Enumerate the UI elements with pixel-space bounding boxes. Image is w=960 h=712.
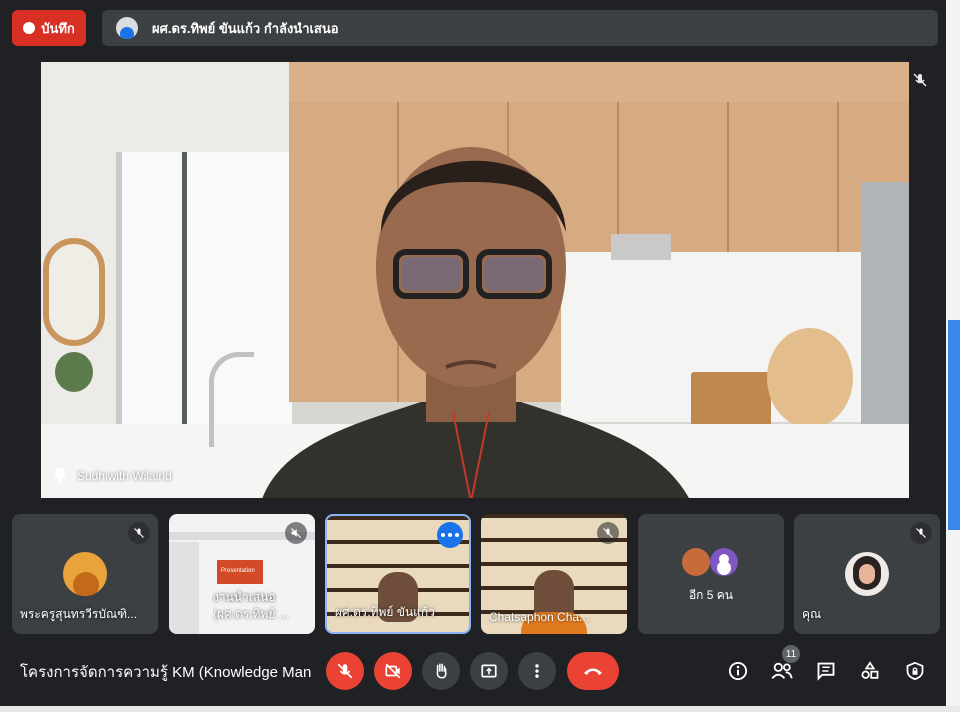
avatar	[845, 552, 889, 596]
participant-name: (ผศ.ดร.ทิพย์ ...	[213, 607, 289, 621]
participant-tile[interactable]: พระครูสุนทรวีรบัณฑิ...	[12, 514, 158, 634]
participant-tile-active[interactable]: ผศ.ดร.ทิพย์ ขันแก้ว	[325, 514, 471, 634]
mic-off-icon	[597, 522, 619, 544]
avatar	[682, 548, 710, 576]
chat-icon	[817, 662, 835, 681]
mic-off-icon	[337, 663, 353, 679]
screen-share-tile[interactable]: Presentation งานนำเสนอ (ผศ.ดร.ทิพย์ ...	[169, 514, 315, 634]
present-icon	[481, 664, 497, 678]
avatar	[63, 552, 107, 596]
recording-label: บันทึก	[41, 20, 75, 36]
main-video-feed[interactable]: Sudhiwith Wilairid	[41, 62, 909, 498]
activities-icon	[861, 661, 879, 679]
presenting-banner: ผศ.ดร.ทิพย์ ขันแก้ว กำลังนำเสนอ	[102, 10, 938, 46]
slide-title: Presentation	[221, 568, 255, 574]
presenter-avatar	[116, 17, 138, 39]
participant-count-badge: 11	[782, 645, 800, 663]
background-window-edge	[946, 0, 960, 712]
camera-off-icon	[385, 663, 401, 679]
more-options-button[interactable]	[518, 652, 556, 690]
self-tile[interactable]: คุณ	[794, 514, 940, 634]
recording-indicator[interactable]: บันทึก	[12, 10, 86, 46]
sound-off-icon	[285, 522, 307, 544]
camera-toggle-button[interactable]	[374, 652, 412, 690]
participant-tile[interactable]: Chatsaphon Cha...	[481, 514, 627, 634]
end-call-button[interactable]	[567, 652, 619, 690]
mic-off-icon	[913, 73, 927, 87]
main-video-name-tag: Sudhiwith Wilairid	[55, 468, 172, 484]
background-mirror	[43, 238, 105, 346]
more-options-button[interactable]	[437, 522, 463, 548]
person-icon	[710, 548, 738, 576]
participant-video-person	[262, 147, 689, 498]
people-button[interactable]	[771, 660, 793, 682]
more-vert-icon	[535, 664, 539, 678]
participant-name: พระครูสุนทรวีรบัณฑิ...	[20, 607, 138, 621]
pin-icon[interactable]	[55, 468, 65, 484]
participant-name: Chatsaphon Cha...	[489, 610, 590, 624]
more-participants-tile[interactable]: อีก 5 คน	[638, 514, 784, 634]
present-screen-button[interactable]	[470, 652, 508, 690]
hand-icon	[436, 663, 447, 679]
people-icon	[771, 662, 793, 679]
host-controls-button[interactable]	[904, 660, 926, 682]
screen-bottom-edge	[0, 706, 960, 712]
chat-button[interactable]	[815, 660, 837, 682]
microphone-toggle-button[interactable]	[326, 652, 364, 690]
mic-off-icon	[128, 522, 150, 544]
phone-hangup-icon	[584, 668, 602, 675]
info-icon	[728, 661, 748, 681]
shield-lock-icon	[906, 661, 924, 681]
meeting-info-button[interactable]	[727, 660, 749, 682]
meeting-title[interactable]: โครงการจัดการความรู้ KM (Knowledge Man..…	[20, 660, 312, 684]
main-participant-name: Sudhiwith Wilairid	[77, 469, 172, 483]
more-participants-label: อีก 5 คน	[688, 588, 734, 602]
raise-hand-button[interactable]	[422, 652, 460, 690]
record-dot-icon	[23, 22, 36, 34]
participant-name: คุณ	[802, 607, 822, 621]
participant-name: ผศ.ดร.ทิพย์ ขันแก้ว	[335, 605, 435, 619]
presenting-text: ผศ.ดร.ทิพย์ ขันแก้ว กำลังนำเสนอ	[152, 20, 339, 36]
activities-button[interactable]	[859, 660, 881, 682]
mic-off-icon	[910, 522, 932, 544]
